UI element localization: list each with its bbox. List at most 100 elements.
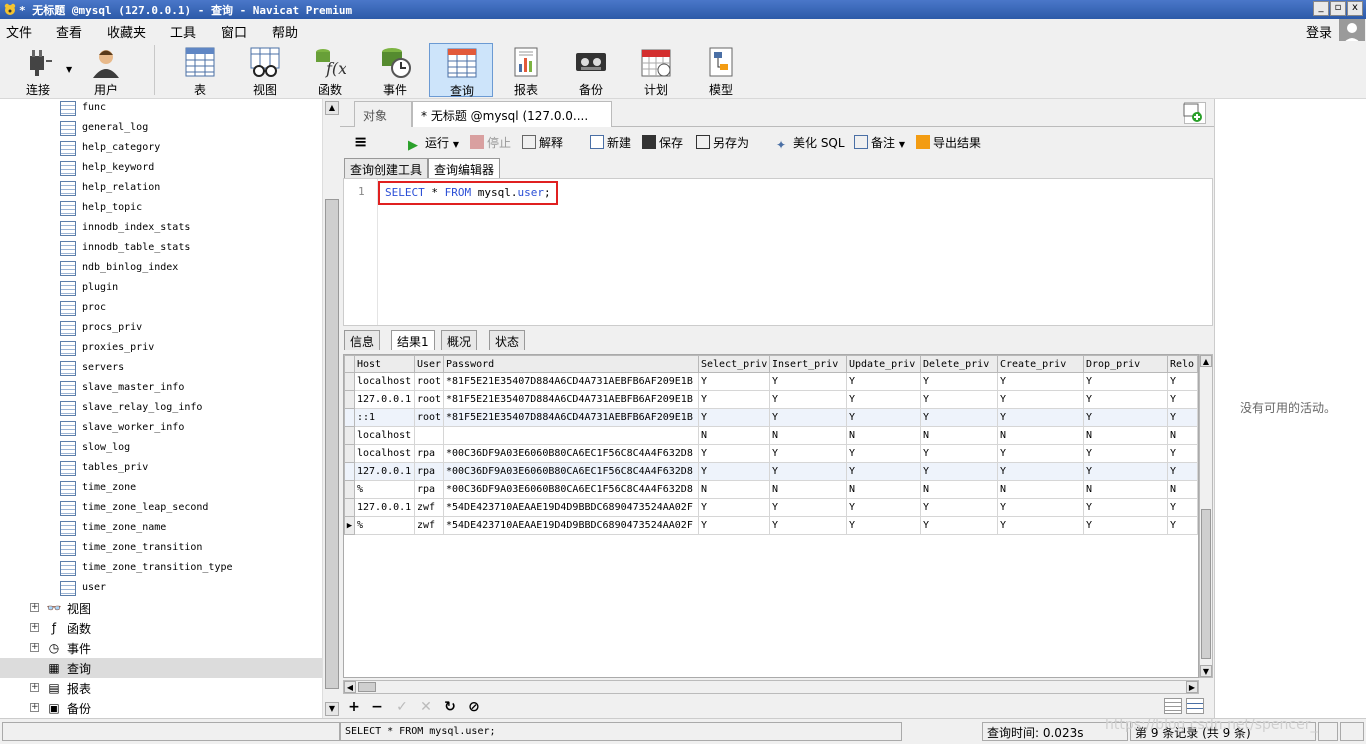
table-cell[interactable]: Y — [1167, 408, 1198, 427]
table-cell[interactable]: Y — [846, 498, 921, 517]
table-cell[interactable]: N — [698, 426, 770, 445]
save-button[interactable]: 保存 — [642, 134, 683, 151]
column-header[interactable]: Host — [354, 355, 415, 373]
table-row[interactable]: 127.0.0.1 zwf *54DE423710AEAAE19D4D9BBDC68… — [344, 498, 1198, 517]
table-cell[interactable]: Y — [920, 498, 998, 517]
tree-table-item[interactable]: time_zone_transition — [0, 539, 322, 559]
menu-file[interactable]: 文件 — [6, 22, 32, 41]
table-cell[interactable]: localhost — [354, 372, 415, 391]
tab-query[interactable]: * 无标题 @mysql (127.0.0.... — [412, 101, 612, 127]
table-cell[interactable]: Y — [1167, 444, 1198, 463]
tab-status[interactable]: 状态 — [489, 330, 526, 350]
add-record-icon[interactable]: + — [346, 699, 362, 715]
table-cell[interactable]: Y — [1083, 516, 1168, 535]
column-header[interactable]: Create_priv — [997, 355, 1084, 373]
tree-table-item[interactable]: plugin — [0, 279, 322, 299]
report-button[interactable]: 报表 — [494, 43, 558, 97]
table-cell[interactable]: N — [769, 480, 847, 499]
table-cell[interactable]: Y — [997, 444, 1084, 463]
tree-group-item[interactable]: + ▤ 报表 — [0, 678, 322, 698]
table-cell[interactable]: Y — [769, 444, 847, 463]
restore-button[interactable]: ▫ — [1330, 1, 1346, 16]
table-cell[interactable]: Y — [846, 462, 921, 481]
table-cell[interactable]: N — [997, 426, 1084, 445]
menu-window[interactable]: 窗口 — [221, 22, 247, 41]
row-indicator[interactable]: ▶ — [344, 516, 355, 535]
table-cell[interactable]: Y — [1167, 372, 1198, 391]
tree-table-item[interactable]: innodb_index_stats — [0, 219, 322, 239]
table-cell[interactable]: Y — [1083, 372, 1168, 391]
table-cell[interactable]: 127.0.0.1 — [354, 462, 415, 481]
table-cell[interactable]: Y — [769, 390, 847, 409]
grid-scroll-down-icon[interactable]: ▼ — [1200, 665, 1212, 677]
result-grid[interactable]: Host User Password Select_priv Insert_priv Up… — [343, 354, 1199, 678]
table-cell[interactable]: N — [769, 426, 847, 445]
table-row[interactable]: 127.0.0.1 rpa *00C36DF9A03E6060B80CA6EC1F5… — [344, 462, 1198, 481]
tree-table-item[interactable]: procs_priv — [0, 319, 322, 339]
expand-plus-icon[interactable]: + — [30, 703, 39, 712]
grid-vscroll-thumb[interactable] — [1201, 509, 1211, 659]
minimize-button[interactable]: _ — [1313, 1, 1329, 16]
table-cell[interactable]: *00C36DF9A03E6060B80CA6EC1F56C8C4A4F632D… — [443, 480, 699, 499]
table-cell[interactable]: rpa — [414, 480, 444, 499]
table-cell[interactable]: Y — [1083, 444, 1168, 463]
menu-view[interactable]: 查看 — [56, 22, 82, 41]
table-cell[interactable]: Y — [1083, 462, 1168, 481]
grid-vertical-scrollbar[interactable]: ▲ ▼ — [1199, 354, 1213, 678]
close-button[interactable]: x — [1347, 1, 1363, 16]
menu-help[interactable]: 帮助 — [272, 22, 298, 41]
table-cell[interactable]: N — [1083, 480, 1168, 499]
table-cell[interactable]: Y — [769, 516, 847, 535]
tree-table-item[interactable]: general_log — [0, 119, 322, 139]
tree-group-item[interactable]: ▦ 查询 — [0, 658, 322, 678]
table-cell[interactable]: Y — [846, 390, 921, 409]
grid-horizontal-scrollbar[interactable]: ◀ ▶ — [343, 680, 1199, 694]
user-button[interactable]: 用户 — [74, 43, 138, 97]
table-cell[interactable]: Y — [1167, 498, 1198, 517]
discard-changes-icon[interactable]: ✕ — [418, 699, 434, 715]
table-cell[interactable]: % — [354, 516, 415, 535]
row-indicator[interactable] — [344, 426, 355, 445]
table-cell[interactable]: Y — [1167, 516, 1198, 535]
schedule-button[interactable]: 计划 — [624, 43, 688, 97]
table-cell[interactable]: root — [414, 390, 444, 409]
apply-changes-icon[interactable]: ✓ — [394, 699, 410, 715]
table-cell[interactable]: zwf — [414, 498, 444, 517]
table-cell[interactable]: Y — [997, 498, 1084, 517]
table-cell[interactable]: Y — [769, 462, 847, 481]
table-cell[interactable]: Y — [846, 444, 921, 463]
refresh-icon[interactable]: ↻ — [442, 699, 458, 715]
column-header[interactable]: Relo — [1167, 355, 1198, 373]
expand-plus-icon[interactable]: + — [30, 623, 39, 632]
expand-plus-icon[interactable]: + — [30, 683, 39, 692]
table-cell[interactable]: *00C36DF9A03E6060B80CA6EC1F56C8C4A4F632D… — [443, 462, 699, 481]
table-cell[interactable]: N — [698, 480, 770, 499]
tree-table-item[interactable]: servers — [0, 359, 322, 379]
tree-table-item[interactable]: time_zone_transition_type — [0, 559, 322, 579]
row-indicator[interactable] — [344, 408, 355, 427]
tree-group-item[interactable]: + ▣ 备份 — [0, 698, 322, 718]
table-cell[interactable]: rpa — [414, 444, 444, 463]
grid-scroll-left-icon[interactable]: ◀ — [344, 681, 356, 693]
stop-button[interactable]: 停止 — [470, 134, 511, 151]
comment-dropdown-icon[interactable]: ▼ — [899, 140, 905, 149]
table-cell[interactable]: Y — [698, 390, 770, 409]
row-indicator[interactable] — [344, 480, 355, 499]
table-cell[interactable]: Y — [1083, 390, 1168, 409]
table-cell[interactable]: Y — [698, 444, 770, 463]
table-cell[interactable]: *81F5E21E35407D884A6CD4A731AEBFB6AF209E1… — [443, 372, 699, 391]
table-cell[interactable]: Y — [997, 408, 1084, 427]
table-cell[interactable]: Y — [997, 372, 1084, 391]
scroll-thumb[interactable] — [325, 199, 339, 689]
table-cell[interactable]: *54DE423710AEAAE19D4D9BBDC6890473524AA02… — [443, 516, 699, 535]
tree-table-item[interactable]: proxies_priv — [0, 339, 322, 359]
expand-plus-icon[interactable]: + — [30, 603, 39, 612]
table-cell[interactable]: Y — [1167, 462, 1198, 481]
tab-objects[interactable]: 对象 — [354, 101, 412, 127]
nav-scrollbar[interactable]: ▲ ▼ — [322, 99, 340, 718]
login-link[interactable]: 登录 — [1306, 22, 1332, 41]
table-cell[interactable]: Y — [698, 462, 770, 481]
tree-table-item[interactable]: innodb_table_stats — [0, 239, 322, 259]
tab-query-builder[interactable]: 查询创建工具 — [344, 158, 429, 178]
connect-button[interactable]: 连接 — [6, 43, 70, 97]
